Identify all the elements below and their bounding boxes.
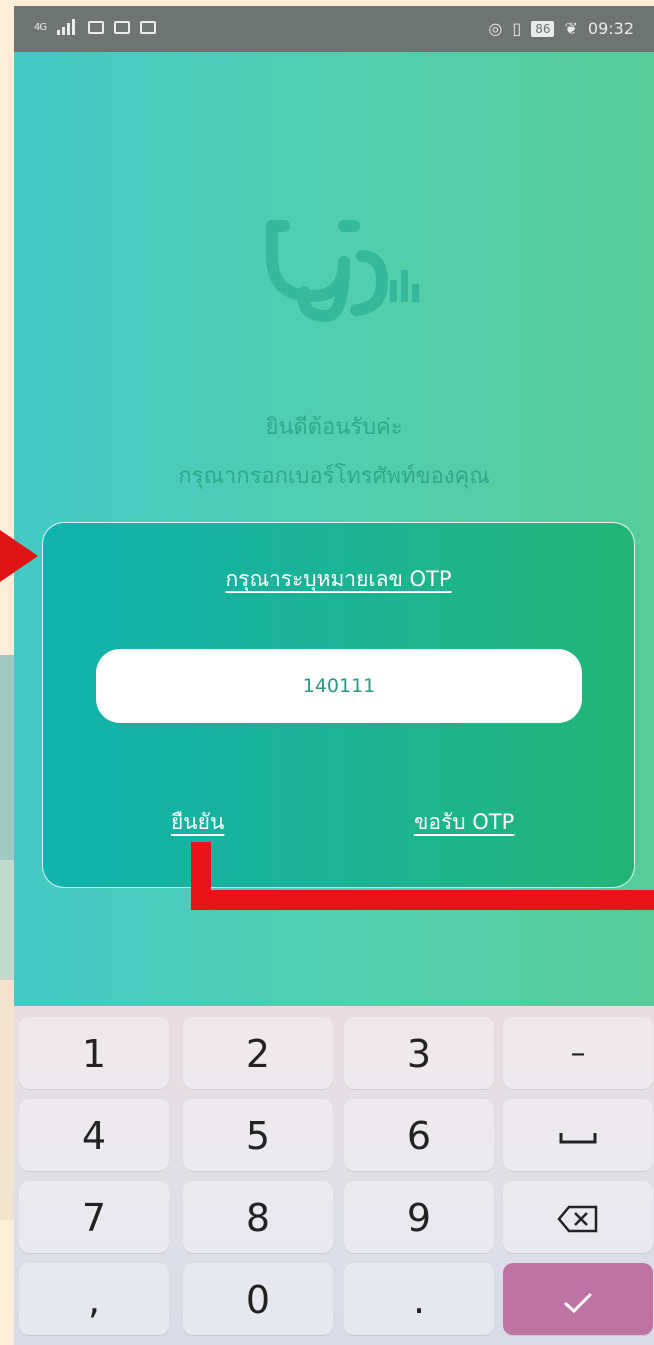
stethoscope-icon bbox=[266, 220, 419, 322]
network-type: 4G bbox=[34, 21, 47, 33]
eye-comfort-icon: ◎ bbox=[488, 19, 503, 38]
message-icon bbox=[88, 20, 105, 34]
otp-card: กรุณาระบุหมายเลข OTP ยืนยัน ขอรับ OTP bbox=[42, 522, 635, 888]
key-4[interactable]: 4 bbox=[19, 1099, 169, 1171]
leaf-icon: ❦ bbox=[564, 19, 578, 38]
key-period[interactable]: . bbox=[344, 1263, 494, 1335]
request-otp-button[interactable]: ขอรับ OTP bbox=[414, 806, 514, 839]
otp-title: กรุณาระบุหมายเลข OTP bbox=[225, 567, 452, 591]
signal-icon bbox=[57, 19, 76, 35]
confirm-button[interactable]: ยืนยัน bbox=[171, 806, 224, 839]
key-comma[interactable]: , bbox=[19, 1263, 169, 1335]
welcome-text: ยินดีต้อนรับค่ะ bbox=[265, 415, 403, 440]
key-0[interactable]: 0 bbox=[183, 1263, 333, 1335]
status-right: ◎ ▯ 86 ❦ 09:32 bbox=[488, 19, 634, 38]
key-minus[interactable]: – bbox=[503, 1017, 653, 1089]
status-time: 09:32 bbox=[587, 19, 634, 38]
checkmark-icon bbox=[564, 1293, 592, 1313]
annotation-connector bbox=[191, 890, 654, 910]
page: 4G ◎ ▯ 86 ❦ 09:32 ยินดีต้อนรับค่ะ กรุณาก… bbox=[0, 0, 654, 1345]
key-6[interactable]: 6 bbox=[344, 1099, 494, 1171]
key-space[interactable] bbox=[503, 1099, 653, 1171]
vibrate-icon: ▯ bbox=[512, 19, 522, 38]
notification-icon bbox=[114, 20, 131, 34]
facebook-icon bbox=[140, 20, 157, 34]
numeric-keypad: 1 2 3 – 4 5 6 7 8 9 , 0 . bbox=[14, 1006, 654, 1345]
key-9[interactable]: 9 bbox=[344, 1181, 494, 1253]
key-backspace[interactable] bbox=[503, 1181, 653, 1253]
status-left: 4G bbox=[34, 19, 157, 35]
key-3[interactable]: 3 bbox=[344, 1017, 494, 1089]
otp-input[interactable] bbox=[96, 649, 582, 723]
key-done[interactable] bbox=[503, 1263, 653, 1335]
key-5[interactable]: 5 bbox=[183, 1099, 333, 1171]
key-8[interactable]: 8 bbox=[183, 1181, 333, 1253]
space-bar-icon bbox=[559, 1132, 597, 1143]
phone-screen: 4G ◎ ▯ 86 ❦ 09:32 ยินดีต้อนรับค่ะ กรุณาก… bbox=[14, 6, 654, 1345]
battery-level: 86 bbox=[531, 20, 555, 37]
key-2[interactable]: 2 bbox=[183, 1017, 333, 1089]
backspace-icon bbox=[557, 1205, 598, 1232]
key-7[interactable]: 7 bbox=[19, 1181, 169, 1253]
status-bar: 4G ◎ ▯ 86 ❦ 09:32 bbox=[14, 6, 654, 52]
key-1[interactable]: 1 bbox=[19, 1017, 169, 1089]
annotation-arrow bbox=[0, 530, 38, 582]
phone-prompt-text: กรุณากรอกเบอร์โทรศัพท์ของคุณ bbox=[178, 464, 490, 489]
